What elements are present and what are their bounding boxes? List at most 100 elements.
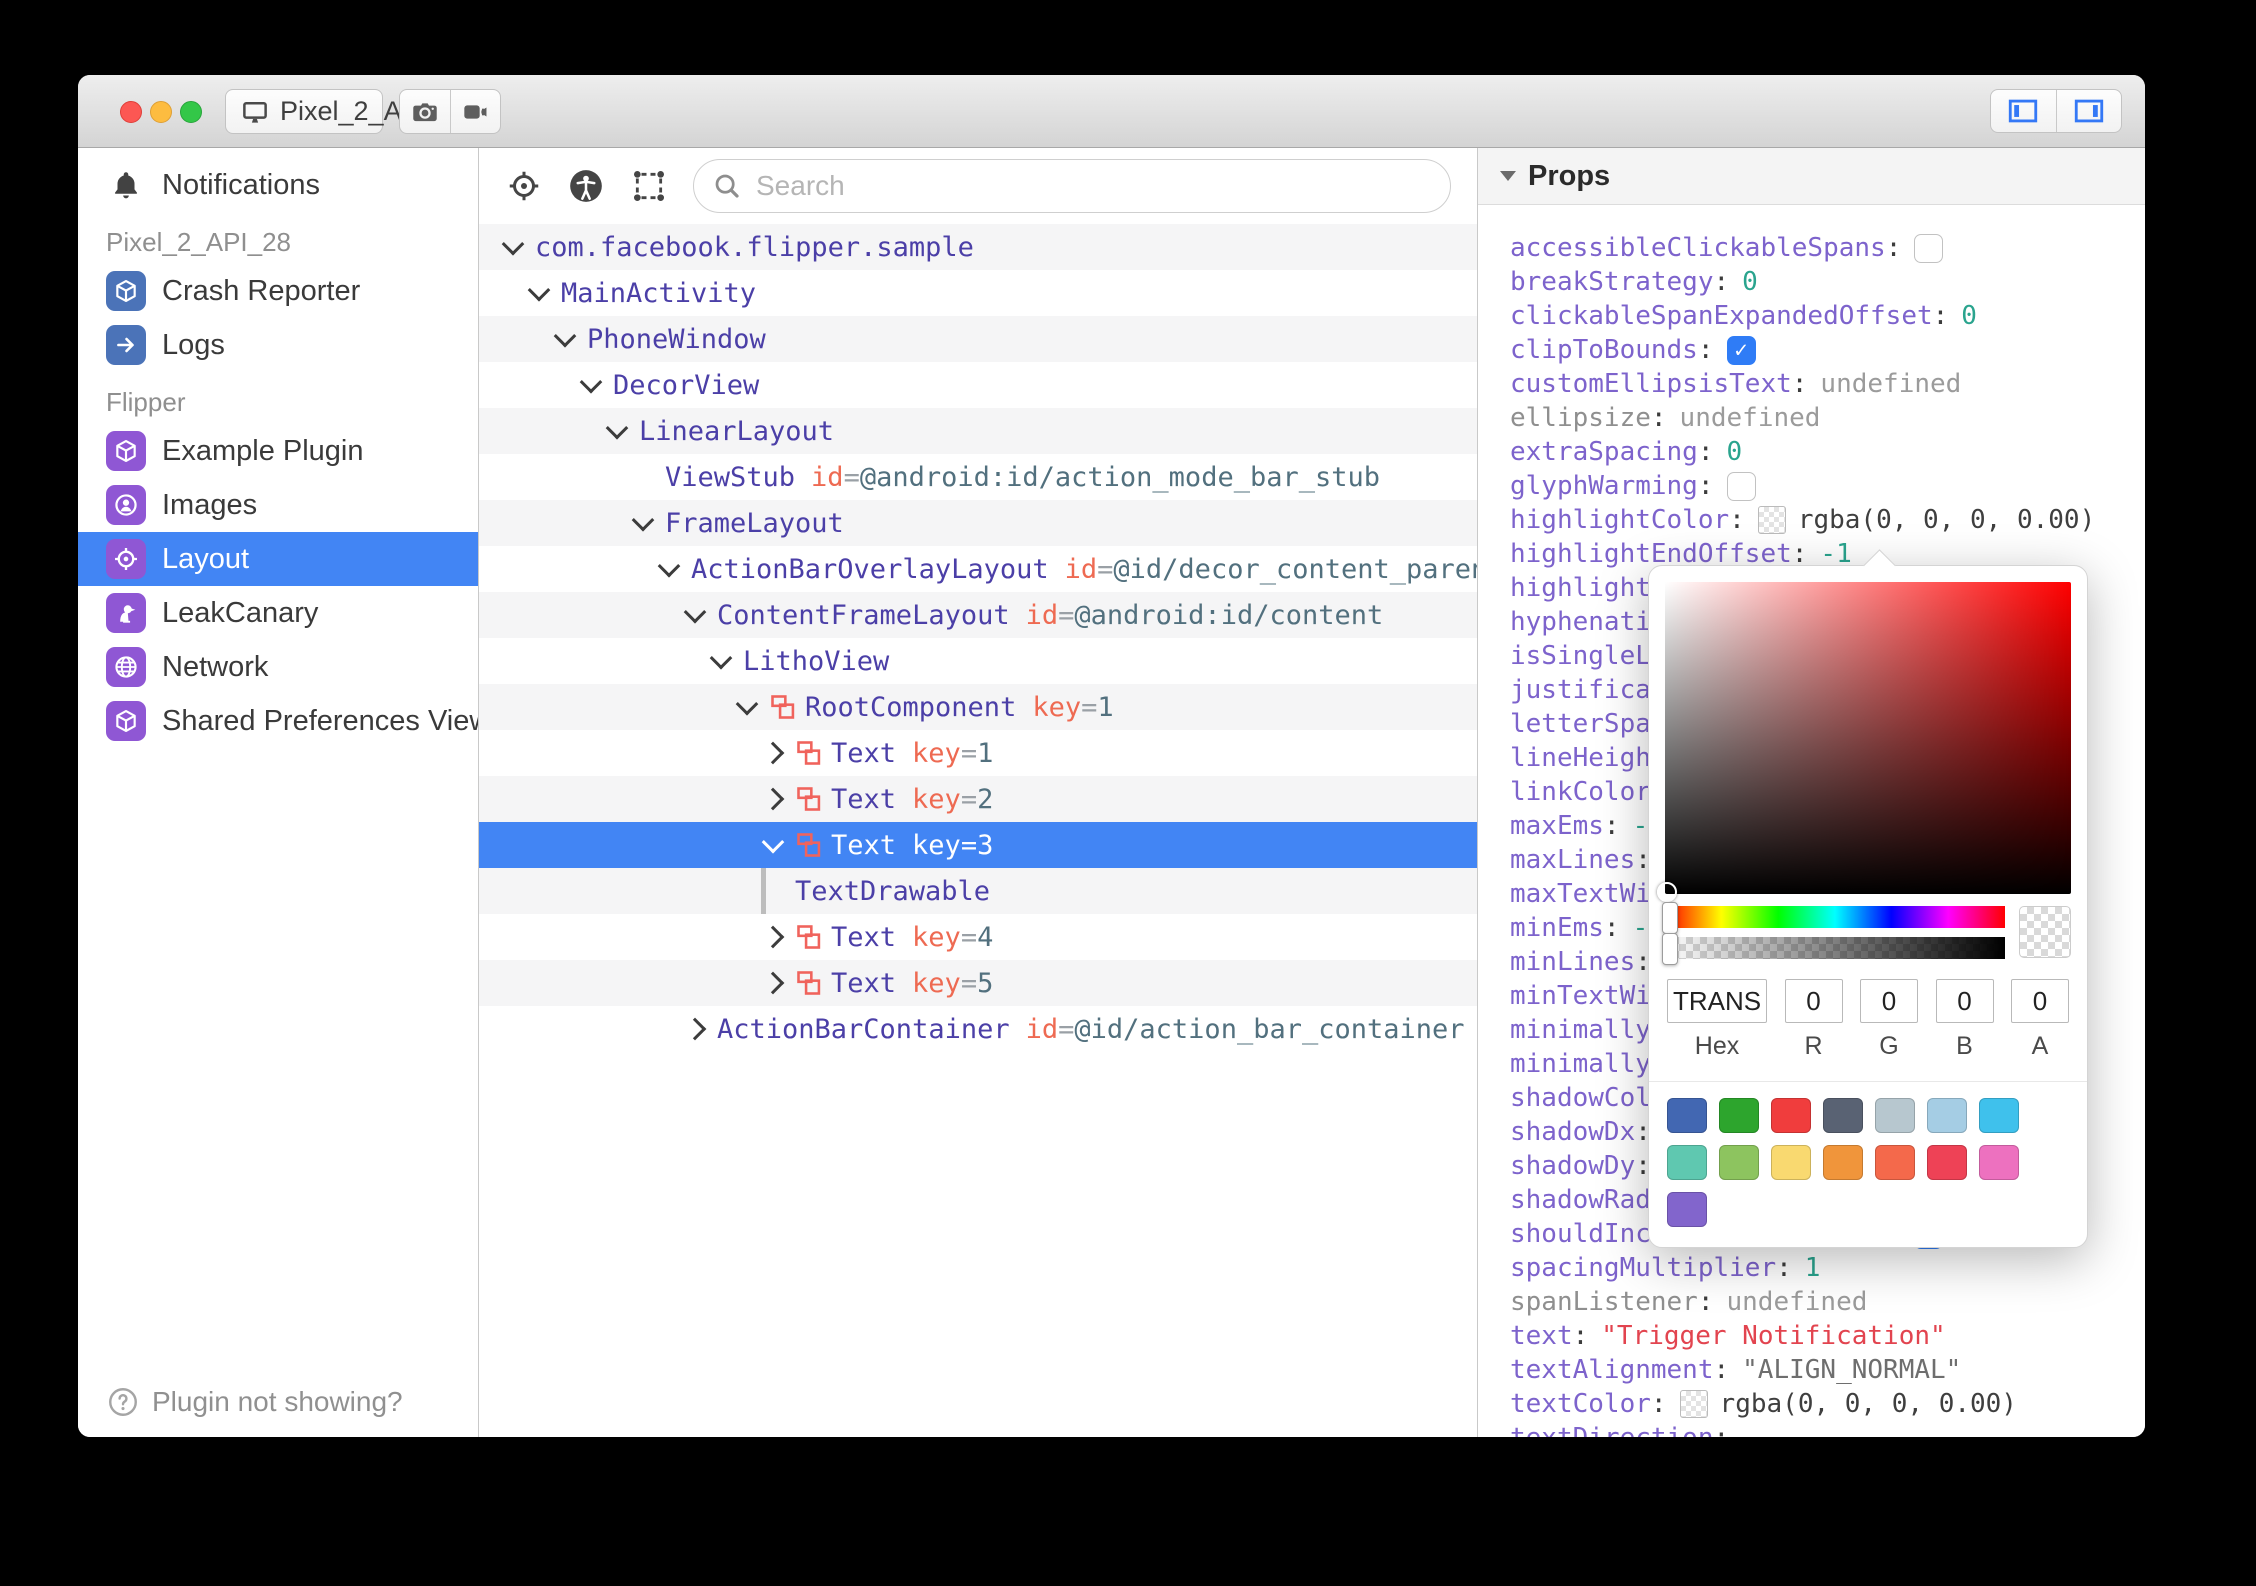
alpha-input[interactable] [2011, 979, 2069, 1023]
color-swatch[interactable] [1979, 1098, 2019, 1133]
color-swatch[interactable] [1719, 1145, 1759, 1180]
color-swatch[interactable] [1771, 1145, 1811, 1180]
chevron-down-icon[interactable] [527, 270, 561, 316]
close-window-button[interactable] [120, 101, 142, 123]
accessibility-mode-icon[interactable] [567, 167, 605, 205]
color-swatch[interactable] [1823, 1145, 1863, 1180]
color-picker-popup: Hex R G B A [1648, 549, 2088, 1248]
color-swatch[interactable] [1927, 1145, 1967, 1180]
sidebar-item-logs[interactable]: Logs [78, 318, 478, 372]
chevron-down-icon[interactable] [735, 684, 769, 730]
sidebar-item-network[interactable]: Network [78, 640, 478, 694]
chevron-down-icon[interactable] [605, 408, 639, 454]
hue-slider[interactable] [1662, 902, 2005, 934]
device-selector-button[interactable]: Pixel_2_API_28 [225, 89, 472, 134]
zoom-window-button[interactable] [180, 101, 202, 123]
sidebar-item-example-plugin[interactable]: Example Plugin [78, 424, 478, 478]
chevron-right-icon[interactable] [761, 730, 795, 776]
red-input[interactable] [1784, 979, 1843, 1023]
chevron-down-icon[interactable] [683, 592, 717, 638]
chevron-right-icon[interactable] [683, 1006, 717, 1052]
chevron-down-icon[interactable] [761, 822, 795, 868]
green-input[interactable] [1860, 979, 1918, 1023]
globe-icon [106, 647, 146, 687]
prop-row: ellipsize: undefined [1510, 403, 1821, 433]
tree-node[interactable]: ContentFrameLayout id=@android:id/conten… [479, 592, 1477, 638]
color-swatch[interactable] [1875, 1145, 1915, 1180]
toggle-right-sidebar-button[interactable] [2055, 90, 2122, 132]
chevron-down-icon[interactable] [579, 362, 613, 408]
tree-node[interactable]: ActionBarContainer id=@id/action_bar_con… [479, 1006, 1477, 1052]
chevron-right-icon[interactable] [761, 776, 795, 822]
color-swatch[interactable] [1875, 1098, 1915, 1133]
tree-node[interactable]: LinearLayout [479, 408, 1477, 454]
sidebar-item-layout[interactable]: Layout [78, 532, 478, 586]
titlebar: Pixel_2_API_28 [78, 75, 2145, 148]
chevron-down-icon[interactable] [709, 638, 743, 684]
color-swatch[interactable] [1771, 1098, 1811, 1133]
tree-node[interactable]: DecorView [479, 362, 1477, 408]
right-panel-icon [2072, 96, 2106, 126]
screenshot-button[interactable] [400, 90, 450, 133]
saturation-field[interactable] [1657, 582, 2071, 902]
checkbox-unchecked[interactable] [1914, 233, 1944, 263]
color-chip[interactable] [1757, 506, 1786, 534]
target-mode-icon[interactable] [505, 167, 543, 205]
marquee-select-icon[interactable] [629, 166, 669, 206]
search-input[interactable] [754, 169, 1442, 203]
blue-input[interactable] [1935, 979, 1994, 1023]
sidebar-item-crash-reporter[interactable]: Crash Reporter [78, 264, 478, 318]
tree-node[interactable]: PhoneWindow [479, 316, 1477, 362]
alpha-slider[interactable] [1662, 933, 2005, 965]
chevron-down-icon[interactable] [657, 546, 691, 592]
red-label: R [1804, 1032, 1823, 1060]
blue-label: B [1956, 1032, 1973, 1060]
props-header[interactable]: Props [1478, 148, 2145, 205]
screen-record-button[interactable] [449, 90, 501, 133]
chevron-down-icon[interactable] [501, 224, 535, 270]
tree-node-selected[interactable]: Text key=3 [479, 822, 1477, 868]
color-swatch[interactable] [1667, 1098, 1707, 1133]
color-swatch[interactable] [1667, 1145, 1707, 1180]
tree-node[interactable]: Text key=2 [479, 776, 1477, 822]
alpha-handle[interactable] [1662, 933, 1678, 965]
color-swatch[interactable] [1927, 1098, 1967, 1133]
sidebar-item-images[interactable]: Images [78, 478, 478, 532]
tree-node[interactable]: MainActivity [479, 270, 1477, 316]
color-swatch[interactable] [1823, 1098, 1863, 1133]
toggle-left-sidebar-button[interactable] [1991, 90, 2056, 132]
minimize-window-button[interactable] [150, 101, 172, 123]
hue-handle[interactable] [1662, 902, 1678, 934]
sidebar-item-leakcanary[interactable]: LeakCanary [78, 586, 478, 640]
color-swatch[interactable] [1719, 1098, 1759, 1133]
prop-row: breakStrategy:0 [1510, 267, 1758, 297]
color-chip[interactable] [1679, 1390, 1708, 1418]
tree-node[interactable]: LithoView [479, 638, 1477, 684]
tree-node[interactable]: Text key=4 [479, 914, 1477, 960]
plugin-help-link[interactable]: Plugin not showing? [106, 1385, 403, 1419]
hex-input[interactable] [1667, 979, 1767, 1023]
checkbox-checked[interactable] [1726, 335, 1756, 365]
sidebar-item-shared-preferences[interactable]: Shared Preferences Viewer [78, 694, 478, 748]
tree-node[interactable]: TextDrawable [479, 868, 1477, 914]
cube-icon [106, 431, 146, 471]
saturation-handle[interactable] [1657, 882, 1677, 902]
tree-node[interactable]: ViewStub id=@android:id/action_mode_bar_… [479, 454, 1477, 500]
tree-node[interactable]: com.facebook.flipper.sample [479, 224, 1477, 270]
chevron-down-icon[interactable] [631, 500, 665, 546]
color-swatch[interactable] [1667, 1192, 1707, 1227]
tree-node[interactable]: Text key=1 [479, 730, 1477, 776]
props-title: Props [1528, 159, 1611, 192]
checkbox-unchecked[interactable] [1726, 471, 1756, 501]
tree-node[interactable]: ActionBarOverlayLayout id=@id/decor_cont… [479, 546, 1477, 592]
chevron-right-icon[interactable] [761, 960, 795, 1006]
chevron-down-icon[interactable] [553, 316, 587, 362]
prop-row-text: text: "Trigger Notification" [1510, 1321, 1946, 1351]
tree-node[interactable]: RootComponent key=1 [479, 684, 1477, 730]
color-swatch[interactable] [1979, 1145, 2019, 1180]
capture-button-group [399, 89, 501, 134]
chevron-right-icon[interactable] [761, 914, 795, 960]
tree-node[interactable]: FrameLayout [479, 500, 1477, 546]
tree-node[interactable]: Text key=5 [479, 960, 1477, 1006]
sidebar-item-notifications[interactable]: Notifications [78, 158, 478, 212]
